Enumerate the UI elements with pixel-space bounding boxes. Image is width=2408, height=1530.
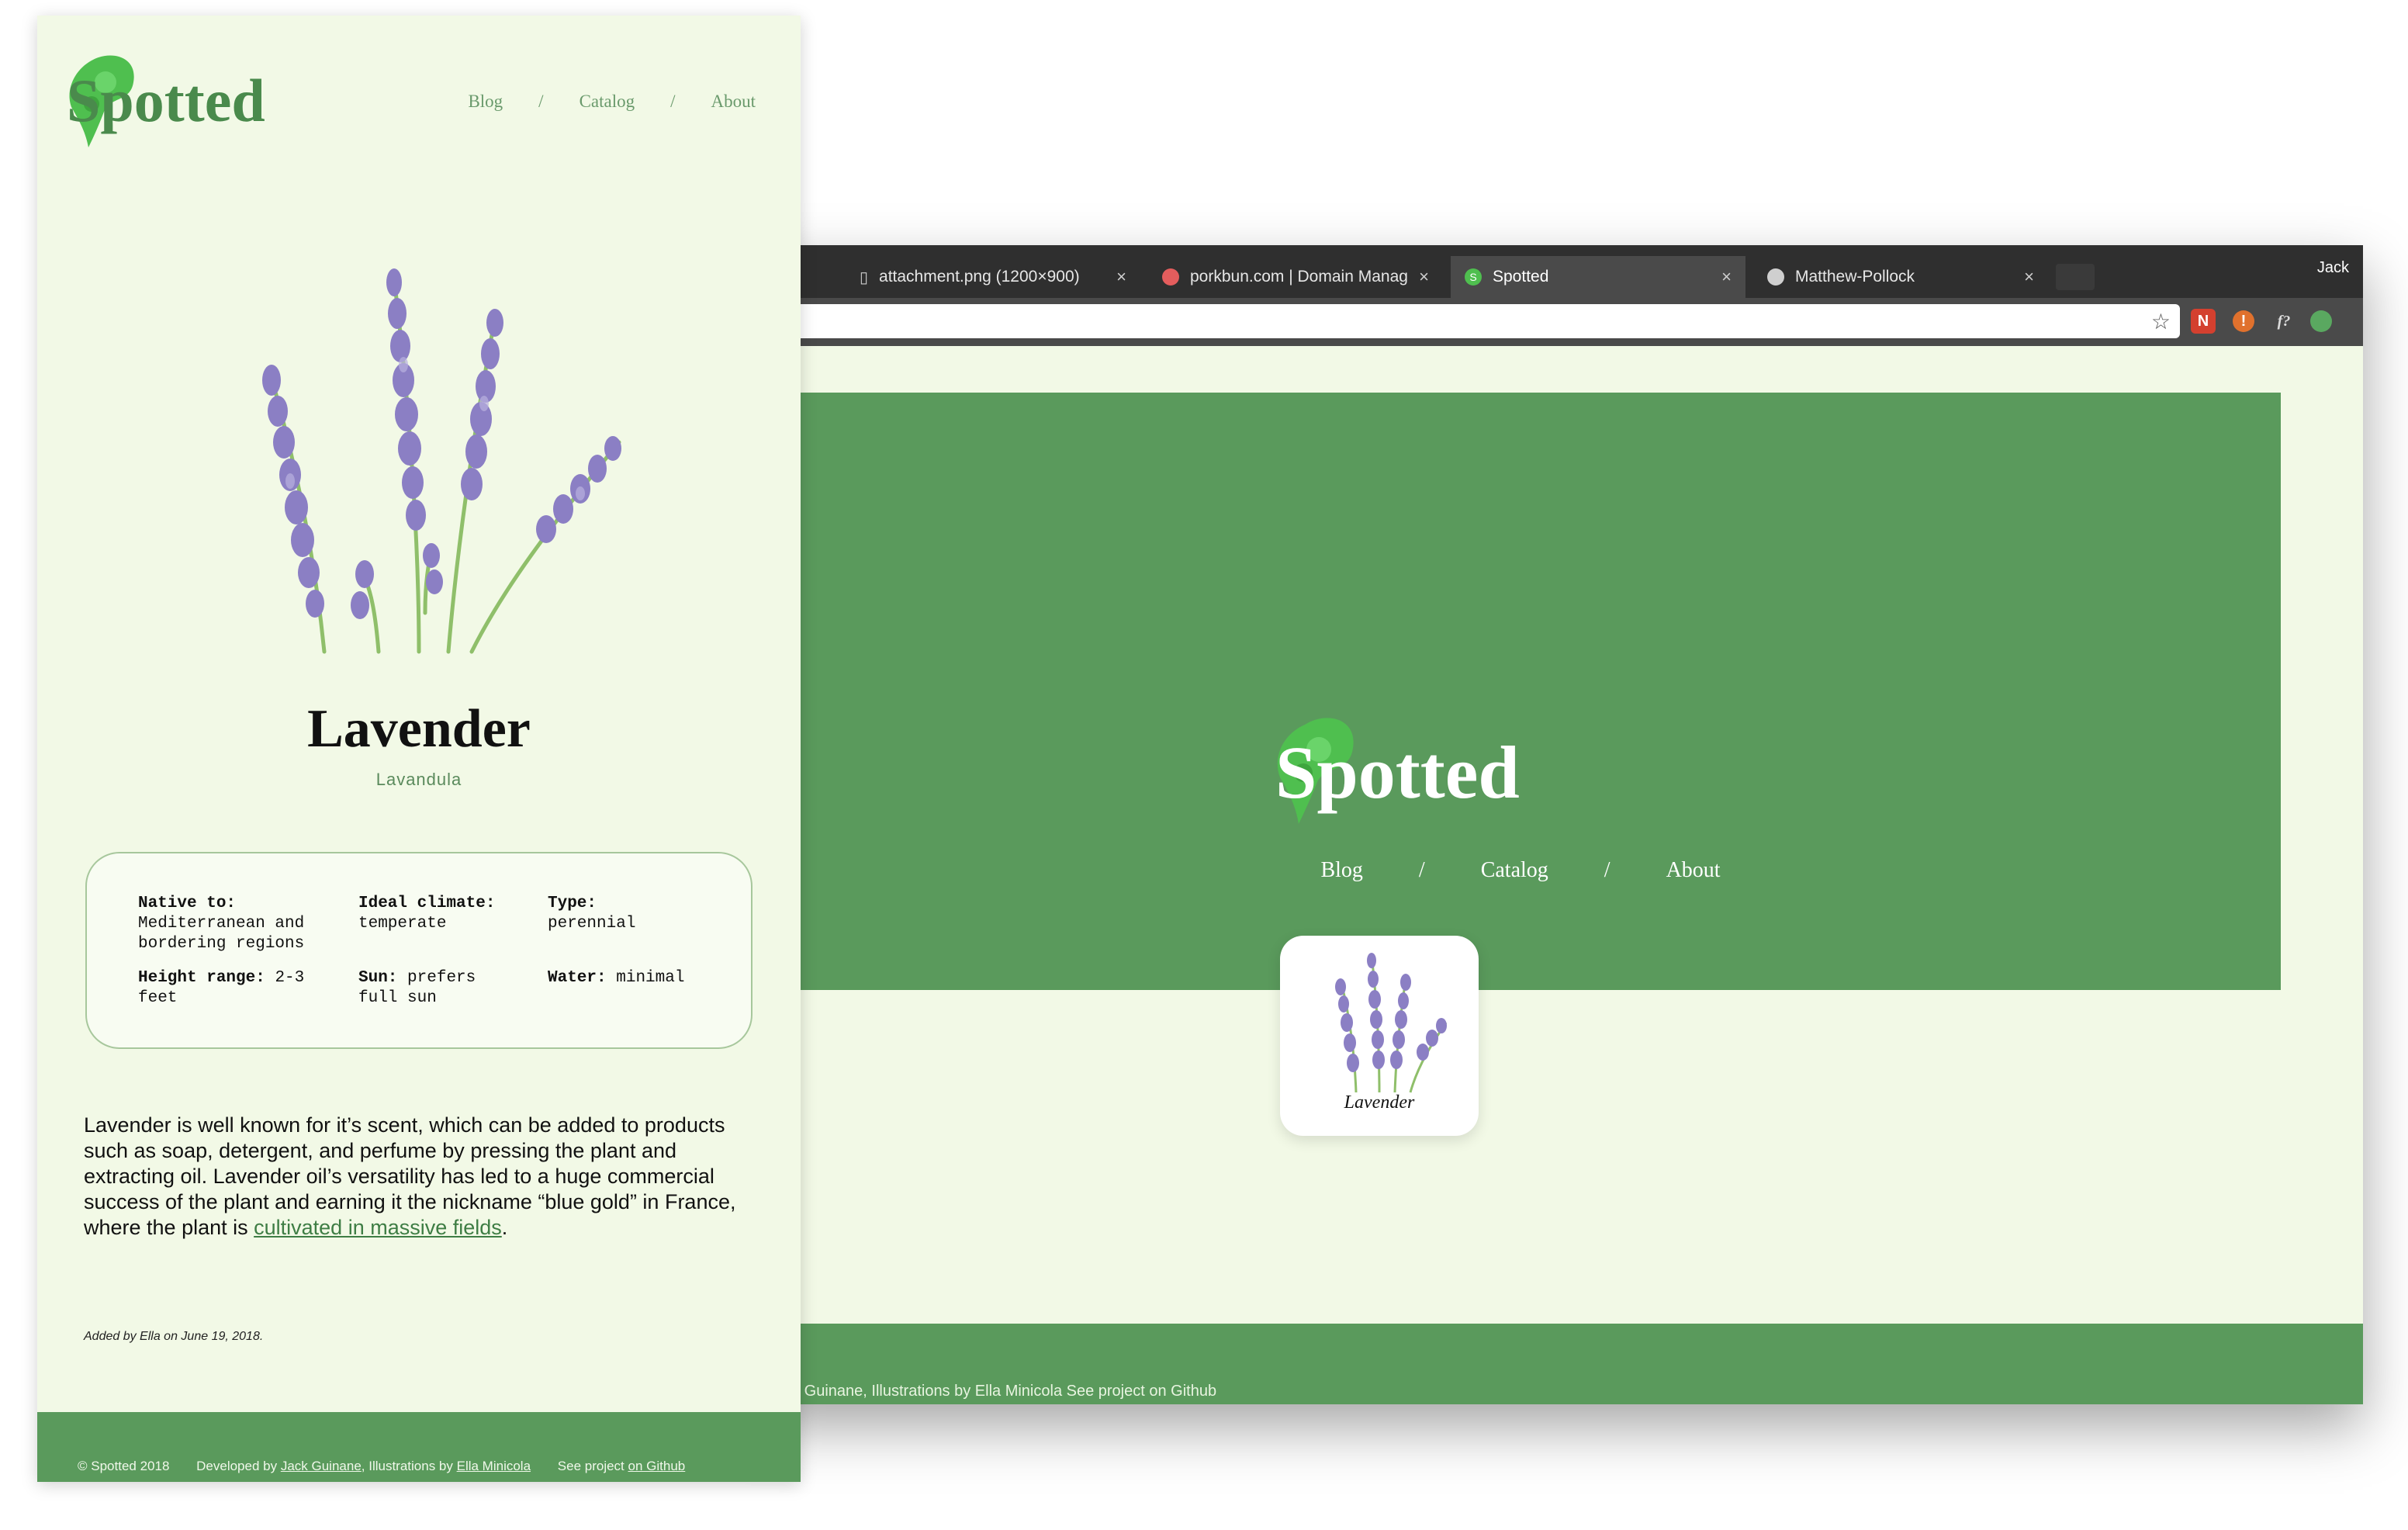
fact-height: Height range: 2-3 feet [138,968,332,1009]
tab-spotted[interactable]: S Spotted × [1451,256,1745,298]
extension-font-icon[interactable]: f? [2271,309,2296,334]
plant-description: Lavender is well known for it’s scent, w… [84,1113,759,1241]
browser-toolbar: te ☆ N ! f? [760,298,2363,346]
fact-value: perennial [548,915,636,933]
fact-value: minimal [616,969,685,987]
logo-text: Spotted [67,67,265,134]
close-icon[interactable]: × [1419,267,1429,287]
nav-about[interactable]: About [711,92,756,112]
tab-label: porkbun.com | Domain Manag [1190,268,1408,286]
main-nav: Blog / Catalog / About [468,92,756,112]
new-tab-button[interactable] [2056,264,2095,290]
fact-sun: Sun: prefers full sun [358,968,498,1009]
profile-name[interactable]: Jack [2317,259,2349,277]
fact-value: temperate [358,915,447,933]
fact-label: Sun: [358,969,398,987]
site-logo[interactable]: Spotted [1272,711,1552,827]
footer-credits: Developed by Jack Guinane, Illustrations… [196,1459,531,1473]
fact-type: Type: perennial [548,894,718,934]
porkbun-favicon-icon [1162,268,1179,286]
site-hero: Spotted Blog / Catalog / About [760,393,2281,990]
site-nav-blog[interactable]: Blog [1292,858,1390,883]
plant-card-label: Lavender [1344,1092,1415,1113]
site-nav-catalog[interactable]: Catalog [1453,858,1576,883]
nav-separator: / [670,92,676,111]
developer-link[interactable]: Jack Guinane [281,1459,362,1473]
fact-label: Ideal climate: [358,895,496,912]
footer-row: © Spotted 2018 Developed by Jack Guinane… [78,1459,708,1474]
tab-attachment[interactable]: ▯ attachment.png (1200×900) × [846,256,1140,298]
github-icon [1767,268,1784,286]
plant-scientific-name: Lavandula [375,770,462,789]
extension-alert-icon[interactable]: ! [2233,310,2254,332]
site-footer-text: Jack Guinane, Illustrations by Ella Mini… [768,1383,1217,1400]
page-footer: © Spotted 2018 Developed by Jack Guinane… [37,1412,801,1482]
fact-label: Native to: [138,895,237,912]
tab-label: Matthew-Pollock [1795,268,1915,286]
site-hero-nav: Blog / Catalog / About [760,858,2281,883]
browser-window: B × ▯ attachment.png (1200×900) × porkbu… [760,245,2363,1404]
fact-water: Water: minimal [548,968,734,988]
tab-label: attachment.png (1200×900) [879,268,1080,286]
site-logo[interactable]: Spotted [65,50,282,151]
added-by-note: Added by Ella on June 19, 2018. [84,1330,264,1343]
nav-separator: / [538,92,544,111]
nav-catalog[interactable]: Catalog [580,92,635,112]
logo-text: Spotted [1275,731,1520,814]
tab-porkbun[interactable]: porkbun.com | Domain Manag × [1148,256,1443,298]
close-icon[interactable]: × [2024,267,2034,287]
site-nav-about[interactable]: About [1638,858,1749,883]
site-footer: Jack Guinane, Illustrations by Ella Mini… [760,1324,2363,1404]
extension-upload-icon[interactable] [2310,310,2332,332]
fact-value: Mediterranean and bordering regions [138,915,305,953]
footer-developed-prefix: Developed by [196,1459,281,1473]
illustrator-link[interactable]: Ella Minicola [457,1459,531,1473]
tab-github[interactable]: Matthew-Pollock × [1753,256,2048,298]
close-icon[interactable]: × [1116,267,1126,287]
extension-n-icon[interactable]: N [2191,309,2216,334]
footer-project-prefix: See project [557,1459,628,1473]
fact-climate: Ideal climate: temperate [358,894,529,934]
bookmark-star-icon[interactable]: ☆ [2151,309,2171,334]
file-icon: ▯ [860,268,869,286]
plant-card-lavender[interactable]: Lavender [1280,936,1479,1136]
tab-bar: B × ▯ attachment.png (1200×900) × porkbu… [760,245,2363,298]
fact-label: Type: [548,895,597,912]
lavender-illustration [1335,953,1448,1093]
footer-illus-prefix: , Illustrations by [361,1459,457,1473]
nav-blog[interactable]: Blog [468,92,503,112]
lavender-illustration [262,268,621,654]
footer-project: See project on Github [558,1459,685,1473]
close-icon[interactable]: × [1721,267,1732,287]
plant-title: Lavender [307,699,531,759]
tab-label: Spotted [1493,268,1549,286]
github-link[interactable]: on Github [628,1459,686,1473]
screenshot-stage: B × ▯ attachment.png (1200×900) × porkbu… [0,0,2408,1530]
nav-separator: / [1604,858,1611,882]
description-end: . [501,1216,508,1239]
nav-separator: / [1418,858,1425,882]
site-viewport: Spotted Blog / Catalog / About Lavender … [760,346,2363,1404]
fact-native: Native to: Mediterranean and bordering r… [138,894,332,954]
spotted-favicon-icon: S [1465,268,1482,286]
footer-copyright: © Spotted 2018 [78,1459,170,1473]
plant-facts-box: Native to: Mediterranean and bordering r… [85,852,752,1049]
plant-detail-page: Spotted Blog / Catalog / About Lavender … [37,16,801,1482]
cultivated-fields-link[interactable]: cultivated in massive fields [254,1216,502,1239]
fact-label: Water: [548,969,607,987]
fact-label: Height range: [138,969,265,987]
address-bar[interactable]: te ☆ [760,304,2180,338]
